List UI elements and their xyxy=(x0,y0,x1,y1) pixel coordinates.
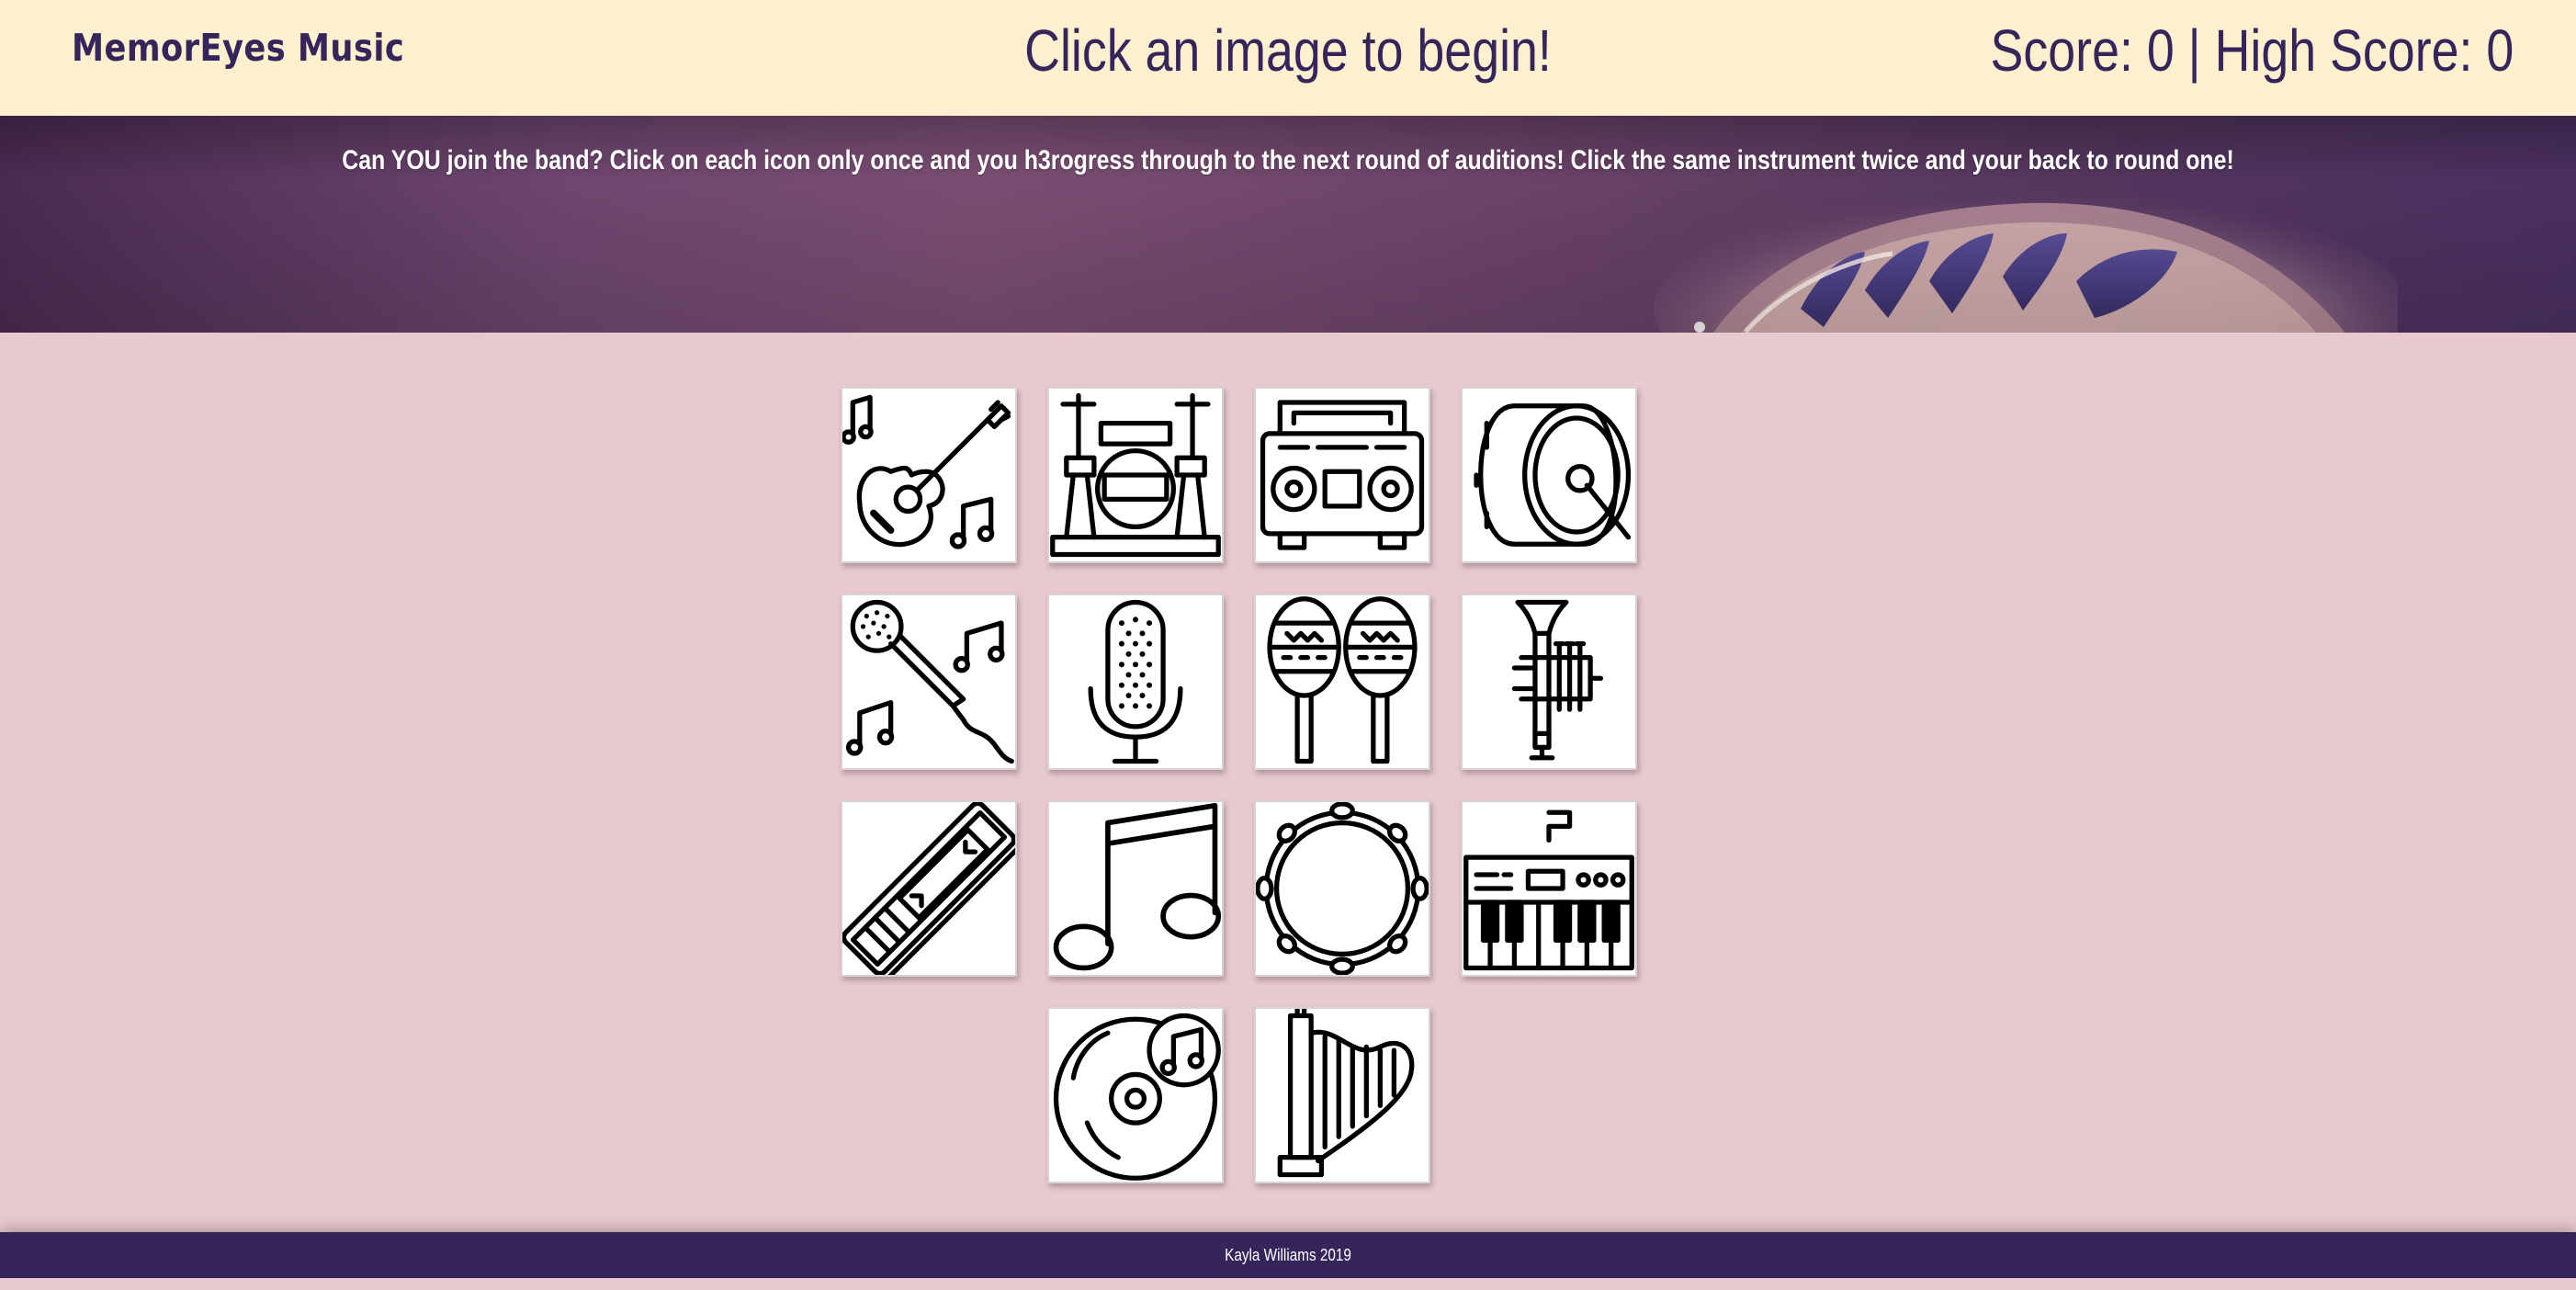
vinyl-record-icon xyxy=(1053,1013,1221,1181)
music-note-icon xyxy=(1053,802,1222,971)
card-tambourine[interactable] xyxy=(1254,800,1430,977)
card-maracas[interactable] xyxy=(1254,594,1430,770)
drum-kit-icon xyxy=(1050,392,1221,558)
card-drum-kit[interactable] xyxy=(1047,387,1224,563)
keyboard-synth-icon xyxy=(1463,809,1634,971)
card-harmonica[interactable] xyxy=(841,800,1017,977)
tambourine-icon xyxy=(1256,802,1429,975)
card-bass-drum[interactable] xyxy=(1461,387,1637,563)
maracas-icon xyxy=(1267,596,1418,764)
card-vinyl-record[interactable] xyxy=(1047,1007,1224,1183)
card-music-note[interactable] xyxy=(1047,800,1224,977)
instructions-text: Can YOU join the band? Click on each ico… xyxy=(342,145,2234,175)
bass-drum-icon xyxy=(1474,403,1632,547)
page-bottom-strip xyxy=(0,1278,2576,1290)
karaoke-microphone-icon xyxy=(845,599,1014,764)
score-display: Score: 0 | High Score: 0 xyxy=(1990,17,2514,84)
studio-microphone-icon xyxy=(1088,599,1183,764)
guitar-icon xyxy=(842,394,1011,549)
card-trumpet[interactable] xyxy=(1461,594,1637,770)
card-boombox[interactable] xyxy=(1254,387,1430,563)
harp-icon xyxy=(1277,1009,1415,1178)
harmonica-icon xyxy=(842,802,1015,975)
card-keyboard-synth[interactable] xyxy=(1461,800,1637,977)
card-studio-microphone[interactable] xyxy=(1047,594,1224,770)
trumpet-icon xyxy=(1511,599,1604,761)
boombox-icon xyxy=(1260,400,1425,550)
card-guitar[interactable] xyxy=(841,387,1017,563)
navbar: MemorEyes Music Click an image to begin!… xyxy=(0,0,2576,116)
card-karaoke-microphone[interactable] xyxy=(841,594,1017,770)
footer-credit: Kayla Williams 2019 xyxy=(1225,1246,1351,1264)
hero-banner: Can YOU join the band? Click on each ico… xyxy=(0,116,2576,333)
card-harp[interactable] xyxy=(1254,1007,1430,1183)
footer: Kayla Williams 2019 xyxy=(0,1232,2576,1278)
